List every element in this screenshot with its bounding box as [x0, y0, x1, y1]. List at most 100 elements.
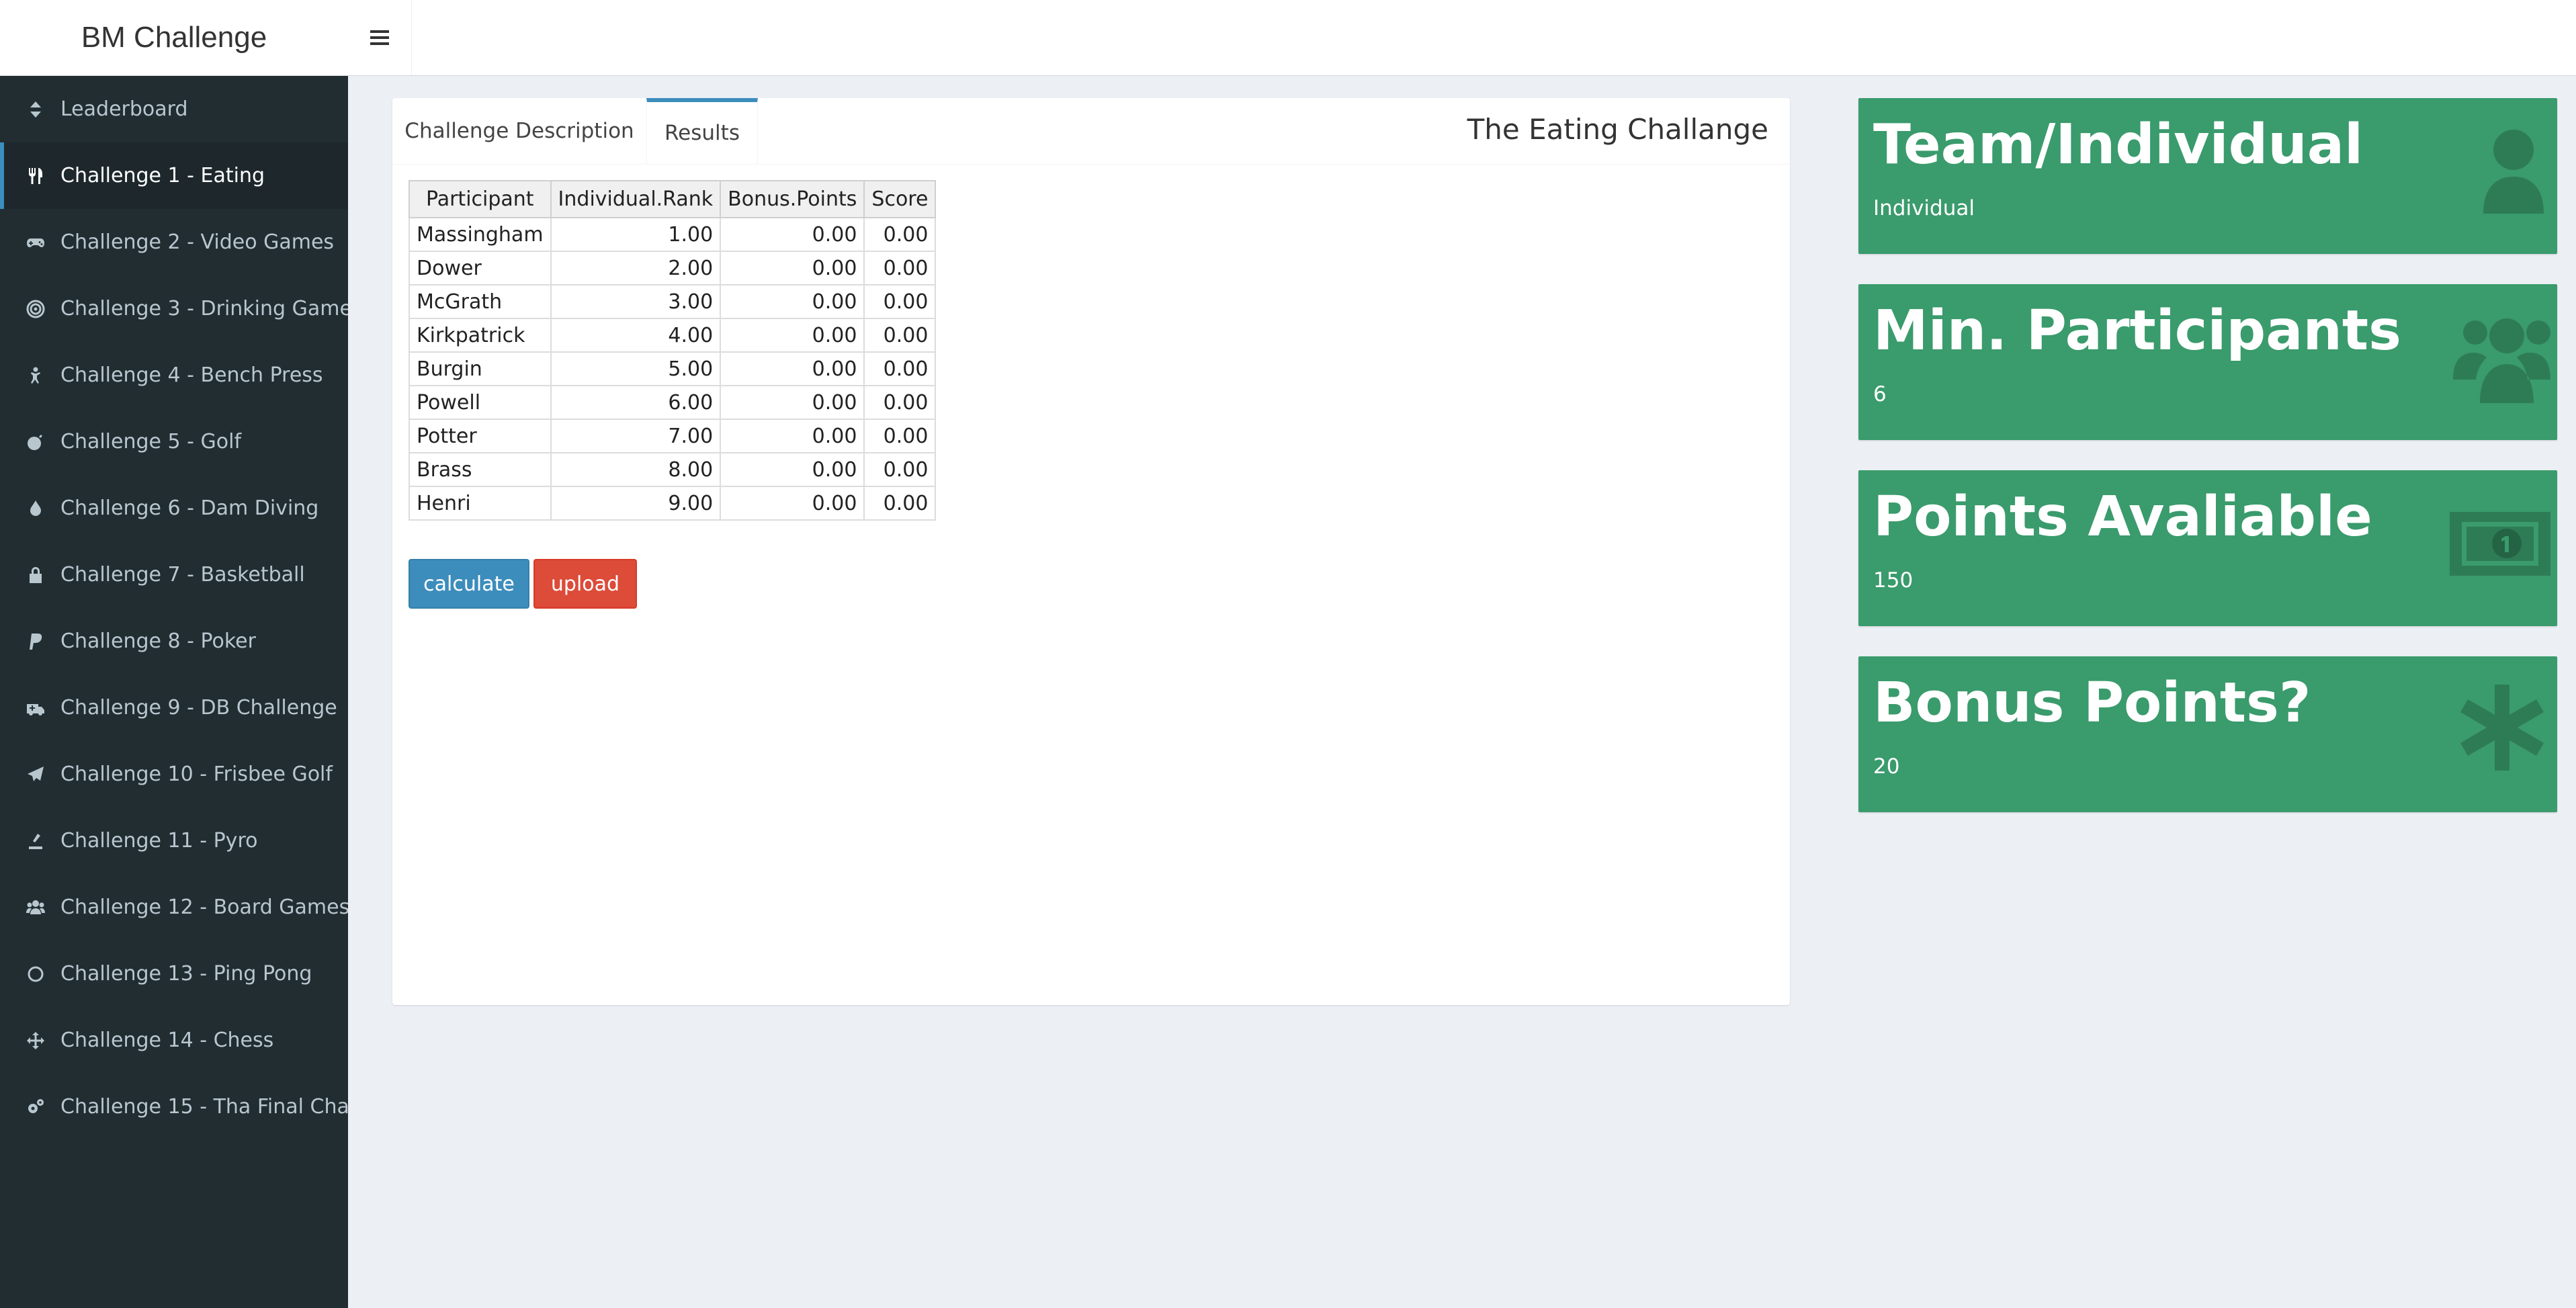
sidebar-item-leaderboard[interactable]: Leaderboard [0, 76, 348, 142]
rank-cell: 4.00 [550, 318, 722, 353]
sidebar-item-challenge-6[interactable]: Challenge 6 - Dam Diving [0, 475, 348, 541]
bonus-cell: 0.00 [720, 452, 865, 487]
tint-icon [26, 498, 46, 519]
column-header-bonus-points[interactable]: Bonus.Points [720, 180, 865, 218]
rank-cell: 2.00 [550, 251, 722, 286]
fire-extinguisher-icon [26, 831, 46, 851]
sidebar-item-challenge-2[interactable]: Challenge 2 - Video Games [0, 209, 348, 275]
column-header-score[interactable]: Score [863, 180, 937, 218]
bonus-cell: 0.00 [720, 385, 865, 420]
participant-cell: Burgin [409, 351, 552, 386]
paypal-icon [26, 631, 46, 652]
rank-cell: 5.00 [550, 351, 722, 386]
circle-icon [26, 964, 46, 984]
bonus-cell: 0.00 [720, 419, 865, 453]
table-row: Henri 9.00 0.00 0.00 [409, 486, 937, 521]
score-cell: 0.00 [863, 351, 937, 386]
tab-results[interactable]: Results [646, 98, 758, 164]
tab-challenge-description[interactable]: Challenge Description [392, 98, 646, 164]
info-box-team-individual: Team/Individual Individual [1858, 98, 2557, 254]
upload-button[interactable]: upload [533, 559, 637, 609]
bomb-icon [26, 432, 46, 452]
sidebar-item-label: Leaderboard [60, 97, 188, 121]
rank-cell: 6.00 [550, 385, 722, 420]
table-row: Potter 7.00 0.00 0.00 [409, 419, 937, 453]
info-box-value: 20 [1873, 754, 1900, 779]
calculate-button[interactable]: calculate [409, 559, 529, 609]
bonus-cell: 0.00 [720, 284, 865, 319]
table-row: Burgin 5.00 0.00 0.00 [409, 351, 937, 386]
info-box-title: Min. Participants [1873, 299, 2401, 363]
asterisk-icon [2450, 678, 2550, 779]
info-box-title: Bonus Points? [1873, 671, 2311, 735]
sidebar-item-label: Challenge 9 - DB Challenge [60, 696, 337, 720]
score-cell: 0.00 [863, 452, 937, 487]
gamepad-icon [26, 232, 46, 253]
sidebar-item-challenge-15[interactable]: Challenge 15 - Tha Final Challenge [0, 1074, 348, 1140]
info-box-points-available: Points Avaliable 150 [1858, 470, 2557, 626]
sidebar-item-challenge-13[interactable]: Challenge 13 - Ping Pong [0, 941, 348, 1007]
score-cell: 0.00 [863, 284, 937, 319]
rank-cell: 3.00 [550, 284, 722, 319]
rank-cell: 9.00 [550, 486, 722, 521]
sidebar-item-label: Challenge 6 - Dam Diving [60, 496, 319, 520]
box-title: The Eating Challange [1467, 113, 1768, 146]
ambulance-icon [26, 698, 46, 718]
cogs-icon [26, 1097, 46, 1117]
sidebar-item-challenge-10[interactable]: Challenge 10 - Frisbee Golf [0, 741, 348, 808]
table-row: Powell 6.00 0.00 0.00 [409, 385, 937, 420]
participant-cell: Potter [409, 419, 552, 453]
rank-cell: 7.00 [550, 419, 722, 453]
sidebar-item-label: Challenge 1 - Eating [60, 164, 265, 187]
bonus-cell: 0.00 [720, 318, 865, 353]
sidebar-toggle-button[interactable] [348, 0, 412, 75]
info-box-bonus-points: Bonus Points? 20 [1858, 656, 2557, 812]
score-cell: 0.00 [863, 385, 937, 420]
sidebar-item-challenge-7[interactable]: Challenge 7 - Basketball [0, 541, 348, 608]
sidebar-item-challenge-8[interactable]: Challenge 8 - Poker [0, 608, 348, 674]
users-icon [2450, 306, 2550, 406]
column-header-participant[interactable]: Participant [409, 180, 552, 218]
sidebar-item-challenge-5[interactable]: Challenge 5 - Golf [0, 408, 348, 475]
sidebar-item-label: Challenge 15 - Tha Final Challenge [60, 1095, 348, 1119]
participant-cell: Kirkpatrick [409, 318, 552, 353]
info-box-title: Team/Individual [1873, 113, 2364, 177]
bonus-cell: 0.00 [720, 351, 865, 386]
sidebar-item-label: Challenge 8 - Poker [60, 629, 256, 653]
challenge-box: Challenge Description Results The Eating… [392, 98, 1790, 1005]
paper-plane-icon [26, 765, 46, 785]
sidebar-item-challenge-4[interactable]: Challenge 4 - Bench Press [0, 342, 348, 408]
sidebar-item-challenge-3[interactable]: Challenge 3 - Drinking Games [0, 275, 348, 342]
arrows-icon [26, 1031, 46, 1051]
table-row: Kirkpatrick 4.00 0.00 0.00 [409, 318, 937, 353]
sidebar-item-challenge-12[interactable]: Challenge 12 - Board Games [0, 874, 348, 941]
top-navbar [348, 0, 2576, 76]
lock-icon [26, 565, 46, 585]
participant-cell: Powell [409, 385, 552, 420]
table-header-row: Participant Individual.Rank Bonus.Points… [409, 180, 937, 218]
info-box-value: 150 [1873, 568, 1914, 593]
sidebar-item-label: Challenge 3 - Drinking Games [60, 297, 348, 320]
score-cell: 0.00 [863, 486, 937, 521]
sidebar: Leaderboard Challenge 1 - Eating Challen… [0, 76, 348, 1308]
sidebar-item-challenge-1[interactable]: Challenge 1 - Eating [0, 142, 348, 209]
table-row: Dower 2.00 0.00 0.00 [409, 251, 937, 286]
sidebar-item-challenge-11[interactable]: Challenge 11 - Pyro [0, 808, 348, 874]
app-logo[interactable]: BM Challenge [0, 0, 348, 76]
score-cell: 0.00 [863, 217, 937, 252]
child-icon [26, 365, 46, 386]
sidebar-item-challenge-14[interactable]: Challenge 14 - Chess [0, 1007, 348, 1074]
sidebar-item-label: Challenge 13 - Ping Pong [60, 962, 312, 986]
sidebar-item-label: Challenge 14 - Chess [60, 1029, 274, 1052]
sidebar-item-challenge-9[interactable]: Challenge 9 - DB Challenge [0, 674, 348, 741]
sidebar-item-label: Challenge 4 - Bench Press [60, 363, 323, 387]
info-box-title: Points Avaliable [1873, 485, 2372, 549]
table-row: McGrath 3.00 0.00 0.00 [409, 284, 937, 319]
sort-icon [26, 99, 46, 120]
sidebar-item-label: Challenge 12 - Board Games [60, 896, 348, 919]
users-icon [26, 898, 46, 918]
column-header-individual-rank[interactable]: Individual.Rank [550, 180, 722, 218]
score-cell: 0.00 [863, 318, 937, 353]
results-table: Participant Individual.Rank Bonus.Points… [409, 180, 937, 521]
rank-cell: 1.00 [550, 217, 722, 252]
